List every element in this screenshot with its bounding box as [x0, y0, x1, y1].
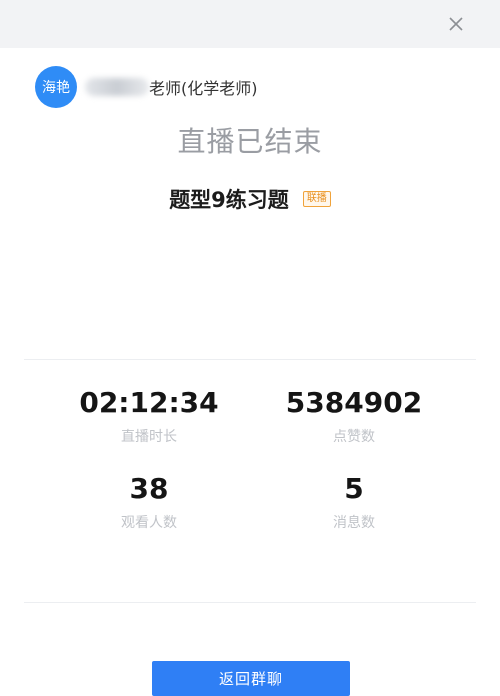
teacher-name: 老师(化学老师)	[149, 79, 258, 98]
stat-duration: 02:12:34 直播时长	[49, 386, 249, 446]
course-title: 题型9练习题	[169, 188, 289, 212]
stat-label: 直播时长	[121, 429, 177, 445]
stat-likes: 5384902 点赞数	[254, 386, 454, 446]
stat-value: 02:12:34	[79, 386, 219, 419]
back-to-group-button[interactable]: 返回群聊	[152, 661, 350, 696]
close-icon	[449, 17, 463, 31]
close-button[interactable]	[442, 10, 470, 38]
stat-label: 观看人数	[121, 515, 177, 531]
divider	[24, 359, 476, 360]
avatar[interactable]: 海艳	[35, 66, 77, 108]
live-status: 直播已结束	[177, 125, 323, 158]
title-bar	[0, 0, 500, 48]
stat-value: 38	[129, 472, 169, 505]
stat-messages: 5 消息数	[254, 472, 454, 532]
divider	[24, 602, 476, 603]
live-badge: 联播	[302, 191, 331, 207]
blurred-name	[85, 78, 149, 96]
stat-viewers: 38 观看人数	[49, 472, 249, 532]
course-row: 题型9练习题 联播	[0, 184, 500, 214]
stat-value: 5384902	[285, 386, 423, 419]
stat-label: 点赞数	[333, 429, 375, 445]
stat-value: 5	[344, 472, 364, 505]
teacher-info: 海艳 老师(化学老师)	[35, 66, 258, 108]
stat-label: 消息数	[333, 515, 375, 531]
